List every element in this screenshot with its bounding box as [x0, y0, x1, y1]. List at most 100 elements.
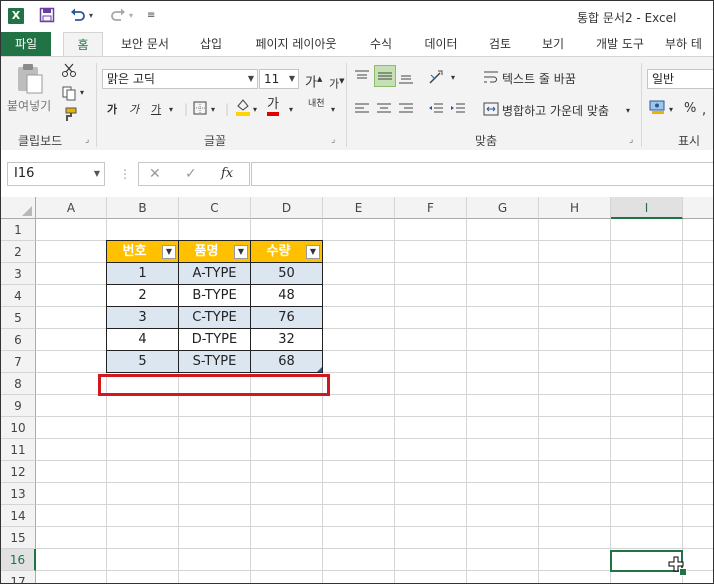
- shrink-font-button[interactable]: 가▼: [329, 73, 345, 93]
- column-header-c[interactable]: C: [179, 197, 251, 219]
- tab-formulas[interactable]: 수식: [359, 32, 403, 56]
- table-header-cell[interactable]: 수량 ▼: [250, 240, 323, 263]
- table-cell[interactable]: 5: [106, 350, 179, 373]
- formula-input[interactable]: [251, 162, 713, 186]
- number-format-combo[interactable]: 일반: [647, 69, 713, 89]
- font-size-combo[interactable]: 11 ▼: [259, 69, 299, 89]
- table-cell[interactable]: D-TYPE: [178, 328, 251, 351]
- column-header-i[interactable]: I: [611, 197, 683, 219]
- tab-insert[interactable]: 삽입: [189, 32, 233, 56]
- currency-dropdown-icon[interactable]: ▾: [669, 102, 673, 118]
- tab-load-test[interactable]: 부하 테: [665, 32, 713, 56]
- select-all-button[interactable]: [1, 197, 36, 219]
- row-header-15[interactable]: 15: [1, 527, 36, 549]
- column-header-e[interactable]: E: [323, 197, 395, 219]
- align-top-icon[interactable]: [354, 69, 370, 89]
- enter-icon[interactable]: ✓: [185, 166, 197, 182]
- fill-color-dropdown-icon[interactable]: ▾: [253, 102, 257, 118]
- align-center-icon[interactable]: [376, 102, 392, 120]
- italic-button[interactable]: 가: [129, 102, 139, 118]
- tab-review[interactable]: 검토: [478, 32, 522, 56]
- row-header-7[interactable]: 7: [1, 351, 36, 373]
- decrease-indent-icon[interactable]: [428, 102, 444, 120]
- clipboard-launcher-icon[interactable]: ⌟: [85, 135, 89, 145]
- format-painter-icon[interactable]: [61, 107, 77, 127]
- align-left-icon[interactable]: [354, 102, 370, 120]
- worksheet-grid[interactable]: A B C D E F G H I 1 2 3 4 5 6 7 8 9 10 1…: [1, 197, 713, 583]
- column-header-d[interactable]: D: [251, 197, 323, 219]
- align-right-icon[interactable]: [398, 102, 414, 120]
- font-color-button[interactable]: 가: [267, 98, 279, 116]
- merge-center-icon[interactable]: [483, 101, 499, 121]
- merge-dropdown-icon[interactable]: ▾: [626, 103, 630, 119]
- tab-file[interactable]: 파일: [1, 32, 51, 56]
- align-bottom-icon[interactable]: [398, 69, 414, 89]
- redo-icon[interactable]: [109, 7, 127, 28]
- fill-color-icon[interactable]: [235, 97, 251, 121]
- column-header-h[interactable]: H: [539, 197, 611, 219]
- column-header-b[interactable]: B: [107, 197, 179, 219]
- table-cell[interactable]: S-TYPE: [178, 350, 251, 373]
- insert-function-button[interactable]: fx: [221, 166, 233, 182]
- table-cell[interactable]: 3: [106, 306, 179, 329]
- borders-icon[interactable]: [193, 101, 207, 119]
- tab-page-layout[interactable]: 페이지 레이아웃: [244, 32, 348, 56]
- comma-style-button[interactable]: ,: [702, 103, 706, 119]
- row-header-3[interactable]: 3: [1, 263, 36, 285]
- tab-data[interactable]: 데이터: [415, 32, 467, 56]
- tab-developer[interactable]: 개발 도구: [585, 32, 655, 56]
- table-header-cell[interactable]: 번호 ▼: [106, 240, 179, 263]
- merge-center-button[interactable]: 병합하고 가운데 맞춤: [502, 102, 609, 119]
- font-launcher-icon[interactable]: ⌟: [331, 135, 335, 145]
- cancel-icon[interactable]: ✕: [149, 166, 161, 182]
- wrap-text-button[interactable]: 텍스트 줄 바꿈: [502, 70, 576, 87]
- filter-dropdown-icon[interactable]: ▼: [306, 245, 320, 259]
- tab-view[interactable]: 보기: [531, 32, 575, 56]
- align-middle-icon[interactable]: [374, 65, 396, 87]
- paste-label[interactable]: 붙여넣기: [7, 97, 51, 114]
- column-header-a[interactable]: A: [36, 197, 107, 219]
- copy-icon[interactable]: [61, 85, 77, 105]
- table-cell[interactable]: 1: [106, 262, 179, 285]
- orientation-icon[interactable]: [428, 69, 446, 89]
- increase-indent-icon[interactable]: [450, 102, 466, 120]
- row-header-11[interactable]: 11: [1, 439, 36, 461]
- font-name-combo[interactable]: 맑은 고딕 ▼: [102, 69, 258, 89]
- row-header-1[interactable]: 1: [1, 219, 36, 241]
- phonetic-guide-button[interactable]: 내천: [308, 96, 325, 112]
- filter-dropdown-icon[interactable]: ▼: [162, 245, 176, 259]
- table-cell[interactable]: 68: [250, 350, 323, 373]
- filter-dropdown-icon[interactable]: ▼: [234, 245, 248, 259]
- orientation-dropdown-icon[interactable]: ▾: [451, 70, 455, 86]
- percent-button[interactable]: %: [684, 101, 696, 116]
- table-cell[interactable]: A-TYPE: [178, 262, 251, 285]
- table-cell[interactable]: C-TYPE: [178, 306, 251, 329]
- phonetic-dropdown-icon[interactable]: ▾: [331, 102, 335, 118]
- row-header-8[interactable]: 8: [1, 373, 36, 395]
- cut-icon[interactable]: [61, 62, 77, 82]
- row-header-10[interactable]: 10: [1, 417, 36, 439]
- underline-button[interactable]: 가: [151, 102, 161, 118]
- wrap-text-icon[interactable]: [483, 69, 499, 89]
- tab-protect-document[interactable]: 보안 문서: [109, 32, 181, 56]
- tab-home[interactable]: 홈: [63, 32, 103, 57]
- redo-dropdown-icon[interactable]: ▾: [129, 7, 133, 25]
- row-header-12[interactable]: 12: [1, 461, 36, 483]
- copy-dropdown-icon[interactable]: ▾: [80, 85, 84, 101]
- save-icon[interactable]: [39, 7, 55, 28]
- row-header-13[interactable]: 13: [1, 483, 36, 505]
- row-header-14[interactable]: 14: [1, 505, 36, 527]
- column-header-f[interactable]: F: [395, 197, 467, 219]
- table-cell[interactable]: 48: [250, 284, 323, 307]
- row-header-2[interactable]: 2: [1, 241, 36, 263]
- undo-icon[interactable]: [69, 7, 87, 28]
- underline-dropdown-icon[interactable]: ▾: [169, 102, 173, 118]
- table-cell[interactable]: 50: [250, 262, 323, 285]
- paste-icon[interactable]: [15, 63, 45, 99]
- table-resize-handle-icon[interactable]: [317, 367, 322, 372]
- row-header-17[interactable]: 17: [1, 571, 36, 583]
- undo-dropdown-icon[interactable]: ▾: [89, 7, 93, 25]
- font-color-dropdown-icon[interactable]: ▾: [289, 102, 293, 118]
- table-cell[interactable]: 4: [106, 328, 179, 351]
- table-header-cell[interactable]: 품명 ▼: [178, 240, 251, 263]
